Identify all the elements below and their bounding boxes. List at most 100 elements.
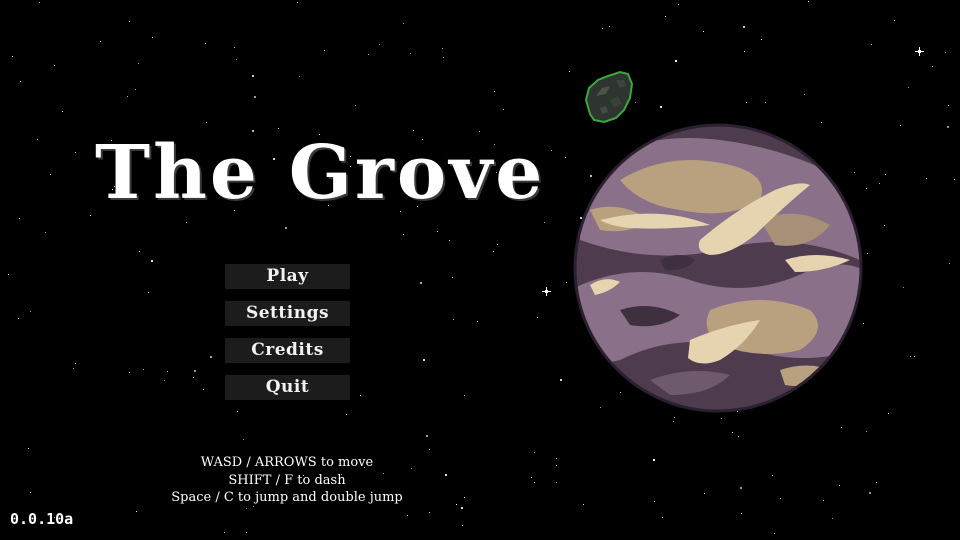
star	[464, 395, 465, 396]
star	[54, 65, 55, 66]
star	[823, 500, 824, 501]
star	[494, 91, 495, 92]
quit-button[interactable]: Quit	[225, 375, 350, 400]
star	[368, 54, 369, 55]
star	[947, 126, 949, 128]
star	[765, 102, 766, 103]
star	[461, 507, 463, 509]
star	[675, 60, 677, 62]
star	[360, 395, 361, 396]
star	[18, 318, 19, 319]
star	[704, 493, 705, 494]
controls-move-text: WASD / ARROWS to move	[200, 455, 374, 470]
star	[20, 81, 21, 82]
star	[129, 372, 130, 373]
star	[138, 63, 139, 64]
star	[839, 485, 840, 486]
settings-button[interactable]: Settings	[225, 301, 350, 326]
star	[653, 459, 655, 461]
star	[346, 414, 347, 415]
star	[945, 52, 946, 53]
star	[876, 482, 877, 483]
star	[497, 244, 498, 245]
star	[948, 105, 949, 106]
star	[662, 517, 663, 518]
star	[410, 53, 411, 54]
star	[164, 380, 165, 381]
star	[73, 368, 74, 369]
star	[932, 66, 933, 67]
star	[869, 492, 871, 494]
star	[426, 435, 428, 437]
star	[12, 56, 13, 57]
star	[609, 26, 610, 27]
star	[252, 75, 254, 77]
star	[665, 16, 666, 17]
star	[903, 287, 904, 288]
star	[445, 474, 447, 476]
star	[224, 532, 225, 533]
star	[871, 44, 872, 45]
star	[379, 44, 380, 45]
star	[660, 106, 662, 108]
star	[746, 102, 747, 103]
star	[537, 317, 538, 318]
star	[139, 251, 140, 252]
star	[129, 21, 130, 22]
star	[285, 227, 287, 229]
star	[452, 277, 453, 278]
star	[136, 511, 137, 512]
star	[732, 432, 733, 433]
star	[148, 292, 149, 293]
star	[143, 369, 144, 370]
star	[135, 89, 136, 90]
star	[832, 518, 833, 519]
star	[45, 232, 46, 233]
star	[456, 504, 457, 505]
star	[534, 482, 535, 483]
star	[194, 370, 196, 372]
star	[403, 23, 404, 24]
star	[30, 311, 31, 312]
star	[602, 28, 603, 29]
star	[437, 231, 438, 232]
star	[556, 482, 557, 483]
star	[908, 87, 909, 88]
star	[654, 501, 655, 502]
star	[75, 152, 76, 153]
credits-button[interactable]: Credits	[225, 338, 350, 363]
star	[894, 20, 895, 21]
star	[703, 31, 704, 32]
game-title: The Grove	[95, 130, 546, 216]
star	[780, 498, 781, 499]
star	[30, 492, 31, 493]
star	[151, 260, 153, 262]
star	[299, 76, 300, 77]
star	[236, 59, 237, 60]
star	[423, 359, 425, 361]
play-button[interactable]: Play	[225, 264, 350, 289]
star	[888, 413, 889, 414]
star	[8, 274, 9, 275]
controls-dash-text: SHIFT / F to dash	[228, 472, 346, 488]
star	[556, 458, 557, 459]
star	[100, 41, 101, 42]
star	[62, 111, 63, 112]
star	[19, 218, 20, 219]
sparkle-star-icon	[542, 287, 551, 296]
star	[206, 122, 207, 123]
star	[583, 504, 584, 505]
star	[808, 1, 809, 2]
star	[210, 356, 212, 358]
star	[420, 282, 422, 284]
star	[551, 150, 552, 151]
planet-icon	[573, 123, 863, 413]
controls-help: WASD / ARROWS to move SHIFT / F to dash …	[137, 454, 437, 507]
star	[544, 222, 545, 223]
sparkle-star-icon	[915, 47, 924, 56]
star	[254, 96, 256, 98]
star	[39, 2, 40, 3]
star	[449, 240, 450, 241]
star	[866, 431, 867, 432]
controls-jump-text: Space / C to jump and double jump	[171, 490, 403, 505]
